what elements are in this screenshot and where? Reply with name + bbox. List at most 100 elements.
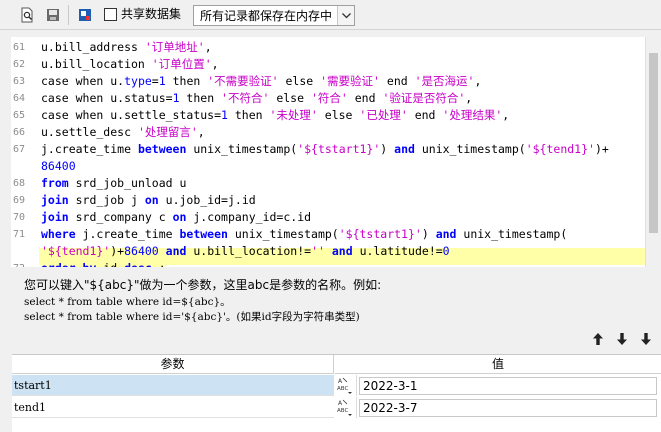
svg-text:A: A bbox=[338, 400, 343, 407]
parameter-name-cell[interactable]: tend1 bbox=[12, 397, 334, 418]
code-token: 86400 bbox=[41, 159, 76, 173]
line-number: 69 bbox=[13, 195, 26, 206]
line-number: 68 bbox=[13, 178, 26, 189]
code-line: u.bill_location '订单位置', bbox=[41, 56, 219, 73]
code-token: u.bill_location bbox=[41, 57, 152, 71]
code-token: '验证是否符合' bbox=[382, 91, 466, 105]
line-number: 64 bbox=[13, 93, 26, 104]
code-token: where bbox=[41, 227, 76, 241]
code-token: order by bbox=[41, 261, 96, 267]
code-token: 1 bbox=[221, 108, 228, 122]
code-token: , bbox=[211, 57, 219, 71]
code-token: from bbox=[41, 176, 69, 190]
export-button[interactable] bbox=[75, 5, 95, 25]
code-token: 0 bbox=[442, 244, 450, 258]
code-token: )+ bbox=[594, 142, 609, 156]
parameter-value-input[interactable]: 2022-3-1 bbox=[359, 377, 657, 395]
code-token: srd_job j bbox=[68, 193, 145, 207]
code-token: between bbox=[137, 142, 187, 156]
svg-text:A: A bbox=[338, 378, 343, 385]
code-token: ) bbox=[421, 227, 436, 241]
code-token: '订单地址' bbox=[144, 40, 205, 54]
move-param-up-button[interactable] bbox=[590, 330, 606, 348]
code-line: case when u.settle_status=1 then '未处理' e… bbox=[41, 107, 509, 124]
record-mode-dropdown-button[interactable] bbox=[337, 6, 354, 25]
move-param-down-button[interactable] bbox=[614, 330, 630, 348]
hint-example-line: select * from table where id='${abc}'。(如… bbox=[24, 311, 360, 323]
toolbar-separator bbox=[68, 5, 69, 25]
share-dataset-checkbox[interactable] bbox=[104, 8, 117, 21]
column-header-value[interactable]: 值 bbox=[335, 355, 661, 374]
parameter-value-input[interactable]: 2022-3-7 bbox=[359, 399, 657, 417]
code-token: unix_timestamp( bbox=[456, 227, 568, 241]
code-token: '${tend1}' bbox=[525, 142, 595, 156]
code-line: j.create_time between unix_timestamp('${… bbox=[41, 141, 609, 158]
code-token: between bbox=[179, 227, 228, 241]
code-token: )+ bbox=[110, 244, 125, 258]
current-code-line: order by id desc ; bbox=[41, 260, 166, 267]
code-token: ) bbox=[380, 142, 395, 156]
code-token: = bbox=[151, 74, 159, 88]
parameter-list-button[interactable] bbox=[638, 330, 654, 348]
code-token: '需要验证' bbox=[320, 74, 380, 88]
editor-scrollbar-thumb[interactable] bbox=[649, 53, 658, 233]
chevron-down-icon bbox=[341, 12, 351, 18]
export-icon bbox=[79, 9, 91, 21]
editor-vertical-scrollbar[interactable] bbox=[645, 37, 661, 267]
line-number: 61 bbox=[13, 42, 26, 53]
code-token: case when u.settle_status= bbox=[41, 108, 222, 122]
code-line: '${tend1}')+86400 and u.bill_location!='… bbox=[41, 243, 450, 260]
code-token: on bbox=[172, 210, 187, 224]
code-token: and bbox=[435, 227, 457, 241]
code-line: join srd_company c on j.company_id=c.id bbox=[41, 209, 311, 226]
line-number: 63 bbox=[13, 76, 26, 87]
preview-button[interactable] bbox=[17, 5, 37, 25]
code-token: else bbox=[278, 74, 321, 88]
parameter-row[interactable]: tstart1 A ABC 2022-3-1 bbox=[12, 375, 661, 396]
code-token: join bbox=[41, 193, 69, 207]
code-line: u.settle_desc '处理留言', bbox=[41, 124, 205, 141]
save-button[interactable] bbox=[43, 5, 63, 25]
code-token: unix_timestamp( bbox=[414, 142, 526, 156]
code-line: join srd_job j on u.job_id=j.id bbox=[41, 192, 256, 209]
sql-editor[interactable]: 61 62 63 64 65 66 67 68 69 70 71 72 u.bill_address … bbox=[11, 37, 661, 267]
code-token: '是否海运' bbox=[414, 74, 475, 88]
parameter-name-cell[interactable]: tstart1 bbox=[12, 375, 334, 396]
code-token: and bbox=[331, 244, 353, 258]
arrow-down-icon bbox=[617, 333, 627, 345]
code-token: else bbox=[317, 108, 360, 122]
toolbar: 共享数据集 所有记录都保存在内存中 bbox=[0, 0, 661, 30]
line-number-gutter: 61 62 63 64 65 66 67 68 69 70 71 72 bbox=[11, 37, 39, 267]
value-type-button[interactable]: A ABC bbox=[335, 397, 357, 418]
code-token: 1 bbox=[158, 74, 166, 88]
line-number: 66 bbox=[13, 127, 26, 138]
value-type-button[interactable]: A ABC bbox=[335, 375, 357, 396]
save-disk-icon bbox=[47, 9, 59, 21]
code-token: , bbox=[204, 40, 212, 54]
code-token: unix_timestamp( bbox=[186, 142, 298, 156]
record-mode-select[interactable]: 所有记录都保存在内存中 bbox=[193, 5, 355, 26]
code-token: case when u.status= bbox=[41, 91, 173, 105]
text-type-icon: AABC bbox=[337, 399, 352, 416]
code-token: srd_company c bbox=[68, 210, 173, 224]
line-number: 72 bbox=[13, 260, 37, 267]
code-token: u.bill_location!= bbox=[186, 244, 312, 258]
code-token: type bbox=[124, 74, 152, 88]
code-token: , bbox=[197, 125, 205, 139]
parameter-row[interactable]: tend1 A ABC 2022-3-7 bbox=[12, 397, 661, 418]
code-token: else bbox=[269, 91, 311, 105]
line-number: 71 bbox=[13, 229, 26, 240]
code-token: on bbox=[144, 193, 159, 207]
code-token: and bbox=[394, 142, 415, 156]
code-token: id bbox=[96, 261, 124, 267]
code-token: '符合' bbox=[310, 91, 348, 105]
code-token: '已处理' bbox=[359, 108, 408, 122]
parameters-table: 参数 值 tstart1 A ABC 2022-3-1 tend1 A ABC 2022-3-… bbox=[12, 354, 661, 432]
code-token: '不需要验证' bbox=[207, 74, 279, 88]
arrow-up-icon bbox=[593, 333, 603, 345]
column-header-name[interactable]: 参数 bbox=[12, 355, 334, 374]
line-number: 62 bbox=[13, 59, 26, 70]
code-token: end bbox=[347, 91, 383, 105]
code-token: 1 bbox=[172, 91, 180, 105]
code-token: j.company_id=c.id bbox=[186, 210, 312, 224]
